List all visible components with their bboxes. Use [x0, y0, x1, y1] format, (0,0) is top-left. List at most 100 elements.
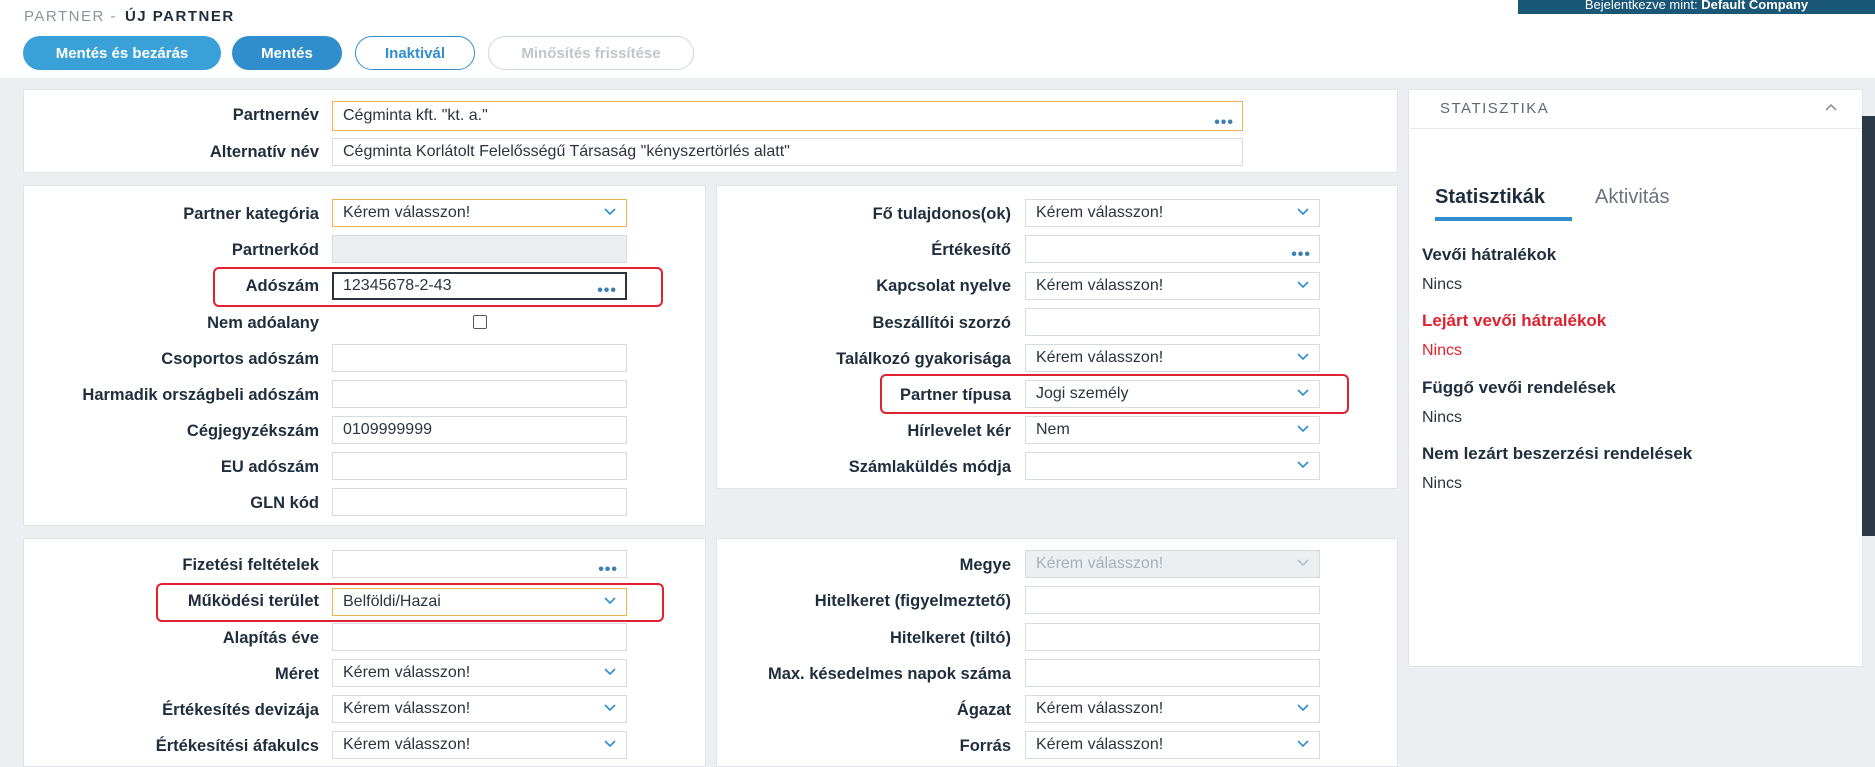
tab-activity[interactable]: Aktivitás	[1595, 186, 1669, 209]
newsletter-select[interactable]: Nem	[1025, 416, 1320, 444]
pending-orders-value: Nincs	[1422, 409, 1463, 426]
save-close-button[interactable]: Mentés és bezárás	[23, 36, 221, 70]
highlight-operating-area	[156, 583, 664, 622]
source-label: Forrás	[959, 737, 1011, 755]
more-icon[interactable]: •••	[1291, 247, 1311, 263]
size-label: Méret	[274, 665, 319, 683]
county-value: Kérem válasszon!	[1036, 555, 1164, 572]
more-icon[interactable]: •••	[1214, 115, 1234, 131]
active-tab-underline	[1435, 217, 1572, 221]
contact-language-label: Kapcsolat nyelve	[876, 277, 1011, 295]
group-tax-label: Csoportos adószám	[161, 350, 319, 368]
partner-name-label: Partnernév	[232, 106, 319, 124]
founding-year-input[interactable]	[332, 623, 627, 651]
newsletter-label: Hírlevelet kér	[907, 422, 1011, 440]
chevron-down-icon	[1297, 704, 1309, 712]
chevron-down-icon	[604, 208, 616, 216]
user-info-bar[interactable]: Bejelentkezve mint: Default Company	[1518, 0, 1875, 14]
sales-rep-input[interactable]: •••	[1025, 235, 1320, 263]
more-icon[interactable]: •••	[598, 562, 618, 578]
breadcrumb-parent[interactable]: PARTNER -	[24, 8, 117, 25]
alt-name-label: Alternatív név	[209, 143, 319, 161]
pending-orders-label: Függő vevői rendelések	[1422, 378, 1616, 397]
breadcrumb-current: ÚJ PARTNER	[124, 8, 235, 25]
third-country-tax-input[interactable]	[332, 380, 627, 408]
founding-year-label: Alapítás éve	[222, 629, 319, 647]
size-value: Kérem válasszon!	[343, 664, 471, 681]
county-label: Megye	[959, 556, 1011, 574]
company-reg-value: 0109999999	[343, 421, 432, 438]
invoice-delivery-label: Számlaküldés módja	[848, 458, 1011, 476]
side-drawer-handle[interactable]	[1862, 116, 1875, 536]
group-tax-input[interactable]	[332, 344, 627, 372]
sales-vat-select[interactable]: Kérem válasszon!	[332, 731, 627, 759]
chevron-down-icon	[604, 740, 616, 748]
industry-value: Kérem válasszon!	[1036, 700, 1164, 717]
chevron-down-icon	[1297, 559, 1309, 567]
highlight-partner-type	[880, 374, 1349, 414]
credit-warning-input[interactable]	[1025, 586, 1320, 614]
breadcrumb: PARTNER - ÚJ PARTNER	[24, 8, 235, 25]
meeting-frequency-select[interactable]: Kérem válasszon!	[1025, 344, 1320, 372]
contact-language-value: Kérem válasszon!	[1036, 277, 1164, 294]
partner-code-label: Partnerkód	[231, 241, 319, 259]
save-button[interactable]: Mentés	[232, 36, 342, 70]
main-owner-select[interactable]: Kérem válasszon!	[1025, 199, 1320, 227]
statistics-divider	[1410, 128, 1861, 129]
inactivate-button[interactable]: Inaktivál	[355, 36, 475, 70]
credit-warning-label: Hitelkeret (figyelmeztető)	[814, 592, 1011, 610]
chevron-down-icon	[1297, 208, 1309, 216]
user-name: Default Company	[1701, 0, 1809, 12]
credit-block-input[interactable]	[1025, 623, 1320, 651]
source-select[interactable]: Kérem válasszon!	[1025, 731, 1320, 759]
sales-currency-label: Értékesítés devizája	[162, 701, 319, 719]
partner-category-label: Partner kategória	[183, 205, 319, 223]
payment-terms-label: Fizetési feltételek	[182, 556, 319, 574]
source-value: Kérem válasszon!	[1036, 736, 1164, 753]
statistics-title: STATISZTIKA	[1440, 100, 1550, 117]
max-overdue-input[interactable]	[1025, 659, 1320, 687]
tab-statistics[interactable]: Statisztikák	[1435, 186, 1545, 209]
chevron-down-icon	[1297, 740, 1309, 748]
payment-terms-input[interactable]: •••	[332, 550, 627, 578]
industry-select[interactable]: Kérem válasszon!	[1025, 695, 1320, 723]
chevron-down-icon	[1297, 425, 1309, 433]
sales-currency-select[interactable]: Kérem válasszon!	[332, 695, 627, 723]
gln-input[interactable]	[332, 488, 627, 516]
company-reg-input[interactable]: 0109999999	[332, 416, 627, 444]
chevron-down-icon	[1297, 281, 1309, 289]
invoice-delivery-select[interactable]	[1025, 452, 1320, 480]
alt-name-input[interactable]: Cégminta Korlátolt Felelősségű Társaság …	[332, 138, 1243, 166]
gln-label: GLN kód	[250, 494, 319, 512]
chevron-down-icon	[604, 704, 616, 712]
chevron-down-icon	[1297, 353, 1309, 361]
partner-category-select[interactable]: Kérem válasszon!	[332, 199, 627, 227]
partner-name-input[interactable]: Cégminta kft. "kt. a." •••	[332, 101, 1243, 131]
county-select: Kérem válasszon!	[1025, 550, 1320, 578]
overdue-arrears-label: Lejárt vevői hátralékok	[1422, 311, 1607, 330]
collapse-icon[interactable]	[1825, 102, 1837, 114]
size-select[interactable]: Kérem válasszon!	[332, 659, 627, 687]
main-owner-label: Fő tulajdonos(ok)	[872, 205, 1011, 223]
contact-language-select[interactable]: Kérem válasszon!	[1025, 272, 1320, 300]
chevron-down-icon	[604, 668, 616, 676]
sales-vat-value: Kérem válasszon!	[343, 736, 471, 753]
supplier-multiplier-input[interactable]	[1025, 308, 1320, 336]
non-taxpayer-checkbox[interactable]	[473, 315, 487, 329]
open-purchase-orders-value: Nincs	[1422, 475, 1463, 492]
max-overdue-label: Max. késedelmes napok száma	[767, 665, 1011, 683]
supplier-multiplier-label: Beszállítói szorzó	[872, 314, 1011, 332]
sales-vat-label: Értékesítési áfakulcs	[155, 737, 319, 755]
meeting-frequency-label: Találkozó gyakorisága	[836, 350, 1011, 368]
partner-category-value: Kérem válasszon!	[343, 204, 471, 221]
main-owner-value: Kérem válasszon!	[1036, 204, 1164, 221]
customer-arrears-label: Vevői hátralékok	[1422, 245, 1557, 264]
third-country-tax-label: Harmadik országbeli adószám	[82, 386, 319, 404]
newsletter-value: Nem	[1036, 421, 1070, 438]
credit-block-label: Hitelkeret (tiltó)	[889, 629, 1011, 647]
partner-code-input	[332, 235, 627, 263]
eu-tax-label: EU adószám	[220, 458, 319, 476]
industry-label: Ágazat	[956, 701, 1011, 719]
eu-tax-input[interactable]	[332, 452, 627, 480]
top-bar: PARTNER - ÚJ PARTNER Bejelentkezve mint: …	[0, 0, 1875, 78]
